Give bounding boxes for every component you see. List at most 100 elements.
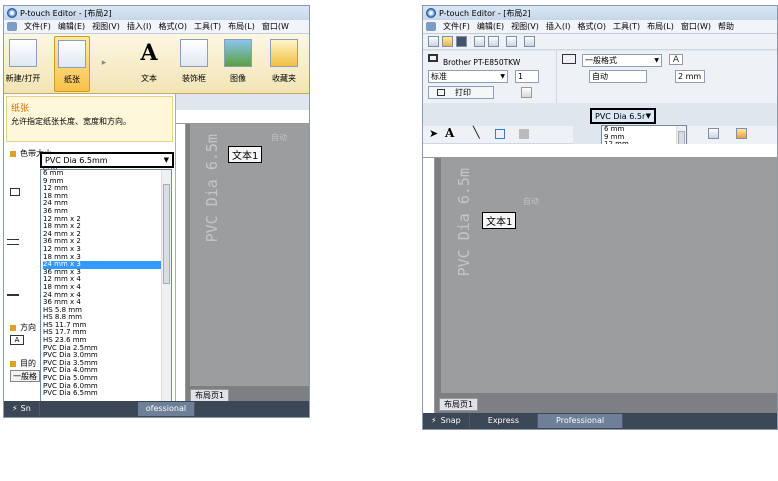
dropdown-scrollbar[interactable] <box>161 170 171 417</box>
menu-file[interactable]: 文件(F) <box>24 21 51 32</box>
purpose-section: 目的 <box>4 358 36 369</box>
right-titlebar: P-touch Editor - [布局2] <box>423 6 777 20</box>
margin-field[interactable]: 2 mm <box>675 70 705 83</box>
left-ribbon-right: 装饰框 图像 收藏夹 <box>176 34 309 94</box>
menu-insert[interactable]: 插入(I) <box>546 21 571 32</box>
image-button[interactable]: 图像 <box>220 36 256 92</box>
printer-settings-icon[interactable] <box>521 87 532 98</box>
print-icon <box>437 89 445 96</box>
menu-help[interactable]: 帮助 <box>718 21 734 32</box>
app-icon <box>426 8 436 18</box>
preview-icon[interactable] <box>488 36 499 47</box>
menu-edit[interactable]: 编辑(E) <box>477 21 504 32</box>
align-icon[interactable] <box>708 128 719 139</box>
frame-icon <box>180 39 208 67</box>
dropdown-option[interactable]: PVC Dia 6.5mm <box>43 390 171 398</box>
menu-layout[interactable]: 布局(L) <box>647 21 674 32</box>
menu-edit[interactable]: 编辑(E) <box>58 21 85 32</box>
open-icon[interactable] <box>442 36 453 47</box>
tab-professional[interactable]: Professional <box>538 414 624 428</box>
new-open-button[interactable]: 新建/打开 <box>5 36 41 92</box>
dropdown-options: 6 mm9 mm12 mm18 mm24 mm36 mm12 mm x 218 … <box>43 170 171 398</box>
right-canvas: PVC Dia 6.5m 文本1 自动 布局页1 <box>423 144 777 415</box>
image-icon <box>224 39 252 67</box>
line-tool-icon[interactable]: ╲ <box>473 126 480 139</box>
tab-express[interactable]: Express <box>470 414 539 428</box>
window-title: P-touch Editor - [布局2] <box>20 8 112 18</box>
snap-icon: ⚡ <box>12 404 18 413</box>
left-ribbon: 新建/打开 纸张 ▸ A 文本 <box>4 34 176 94</box>
format-icon <box>562 54 576 64</box>
tape-combo[interactable]: PVC Dia 6.5mm ▼ <box>40 152 174 168</box>
print-button[interactable]: 打印 <box>428 86 494 99</box>
paper-tip: 纸张 允许指定纸张长度、宽度和方向。 <box>6 96 173 142</box>
menu-tools[interactable]: 工具(T) <box>194 21 221 32</box>
paper-panel: 一般格式 ▼ 自动 2 mm A <box>557 51 777 103</box>
snap-icon: ⚡ <box>431 416 437 425</box>
tab-snap[interactable]: ⚡ Sn <box>4 402 40 416</box>
tab-professional[interactable]: ofessional <box>137 402 196 416</box>
text-button[interactable]: A 文本 <box>129 36 169 92</box>
color-icon[interactable] <box>736 128 747 139</box>
select-arrow-icon[interactable]: ➤ <box>429 127 438 140</box>
paper-button[interactable]: 纸张 <box>54 36 90 92</box>
menu-view[interactable]: 视图(V) <box>511 21 539 32</box>
left-canvas: PVC Dia 6.5m 文本1 自动 布局页1 <box>176 110 309 403</box>
menu-format[interactable]: 格式(O) <box>158 21 187 32</box>
menu-insert[interactable]: 插入(I) <box>127 21 152 32</box>
right-window: P-touch Editor - [布局2] 文件(F) 编辑(E) 视图(V)… <box>422 5 778 430</box>
margin-icon <box>7 290 19 296</box>
left-mode-tabs: ⚡ Sn ofessional <box>4 401 309 417</box>
text-style-icon[interactable]: A <box>669 54 683 65</box>
system-menu-icon[interactable] <box>426 22 436 31</box>
width-icon <box>7 239 19 245</box>
database-icon[interactable] <box>506 36 517 47</box>
table-tool-icon[interactable] <box>519 129 529 139</box>
favorites-button[interactable]: 收藏夹 <box>266 36 302 92</box>
chevron-down-icon: ▼ <box>163 156 169 164</box>
tape-icon <box>10 188 20 196</box>
settings-icon[interactable] <box>524 36 535 47</box>
draw-toolbar-right <box>688 126 777 144</box>
printer-icon <box>428 54 438 62</box>
left-window: P-touch Editor - [布局2] 文件(F) 编辑(E) 视图(V)… <box>3 5 310 418</box>
copies-field[interactable]: 1 <box>515 70 539 83</box>
orientation-icon[interactable]: A <box>10 335 24 345</box>
left-titlebar: P-touch Editor - [布局2] <box>4 6 309 20</box>
tip-body: 允许指定纸张长度、宽度和方向。 <box>11 117 131 126</box>
app-icon <box>7 8 17 18</box>
text-object[interactable]: 文本1 <box>482 212 517 229</box>
tab-snap[interactable]: ⚡ Snap <box>423 414 470 428</box>
paper-icon <box>58 40 86 68</box>
format-select[interactable]: 一般格 <box>10 370 40 382</box>
tape-combo[interactable]: PVC Dia 6.5r ▼ <box>590 108 656 124</box>
menu-window[interactable]: 窗口(W) <box>681 21 711 32</box>
frame-button[interactable]: 装饰框 <box>176 36 212 92</box>
text-object[interactable]: 文本1 <box>228 146 263 163</box>
draw-toolbar: ➤ A ╲ <box>423 126 573 144</box>
tip-title: 纸张 <box>11 104 30 114</box>
chevron-down-icon: ▼ <box>654 57 659 64</box>
save-icon[interactable] <box>456 36 467 47</box>
printer-panel: Brother PT-E850TKW 标准 ▼ 1 打印 <box>423 51 557 103</box>
window-title: P-touch Editor - [布局2] <box>439 8 531 18</box>
ribbon-arrow-icon[interactable]: ▸ <box>99 58 109 70</box>
length-field[interactable]: 自动 <box>589 70 647 83</box>
frame-tool-icon[interactable] <box>495 129 505 139</box>
printer-name: Brother PT-E850TKW <box>443 58 521 67</box>
menu-layout[interactable]: 布局(L) <box>228 21 255 32</box>
menu-format[interactable]: 格式(O) <box>577 21 606 32</box>
print-icon[interactable] <box>474 36 485 47</box>
chevron-down-icon: ▼ <box>645 112 651 120</box>
system-menu-icon[interactable] <box>7 22 17 31</box>
menu-file[interactable]: 文件(F) <box>443 21 470 32</box>
menu-window[interactable]: 窗口(W <box>262 21 289 32</box>
format-select[interactable]: 一般格式 ▼ <box>582 54 662 67</box>
new-icon[interactable] <box>428 36 439 47</box>
tape-dropdown[interactable]: 6 mm9 mm12 mm18 mm24 mm36 mm12 mm x 218 … <box>40 169 172 417</box>
layout-page-tab[interactable]: 布局页1 <box>439 398 479 411</box>
menu-tools[interactable]: 工具(T) <box>613 21 640 32</box>
text-tool-icon[interactable]: A <box>445 126 454 140</box>
quality-select[interactable]: 标准 ▼ <box>428 70 508 83</box>
menu-view[interactable]: 视图(V) <box>92 21 120 32</box>
